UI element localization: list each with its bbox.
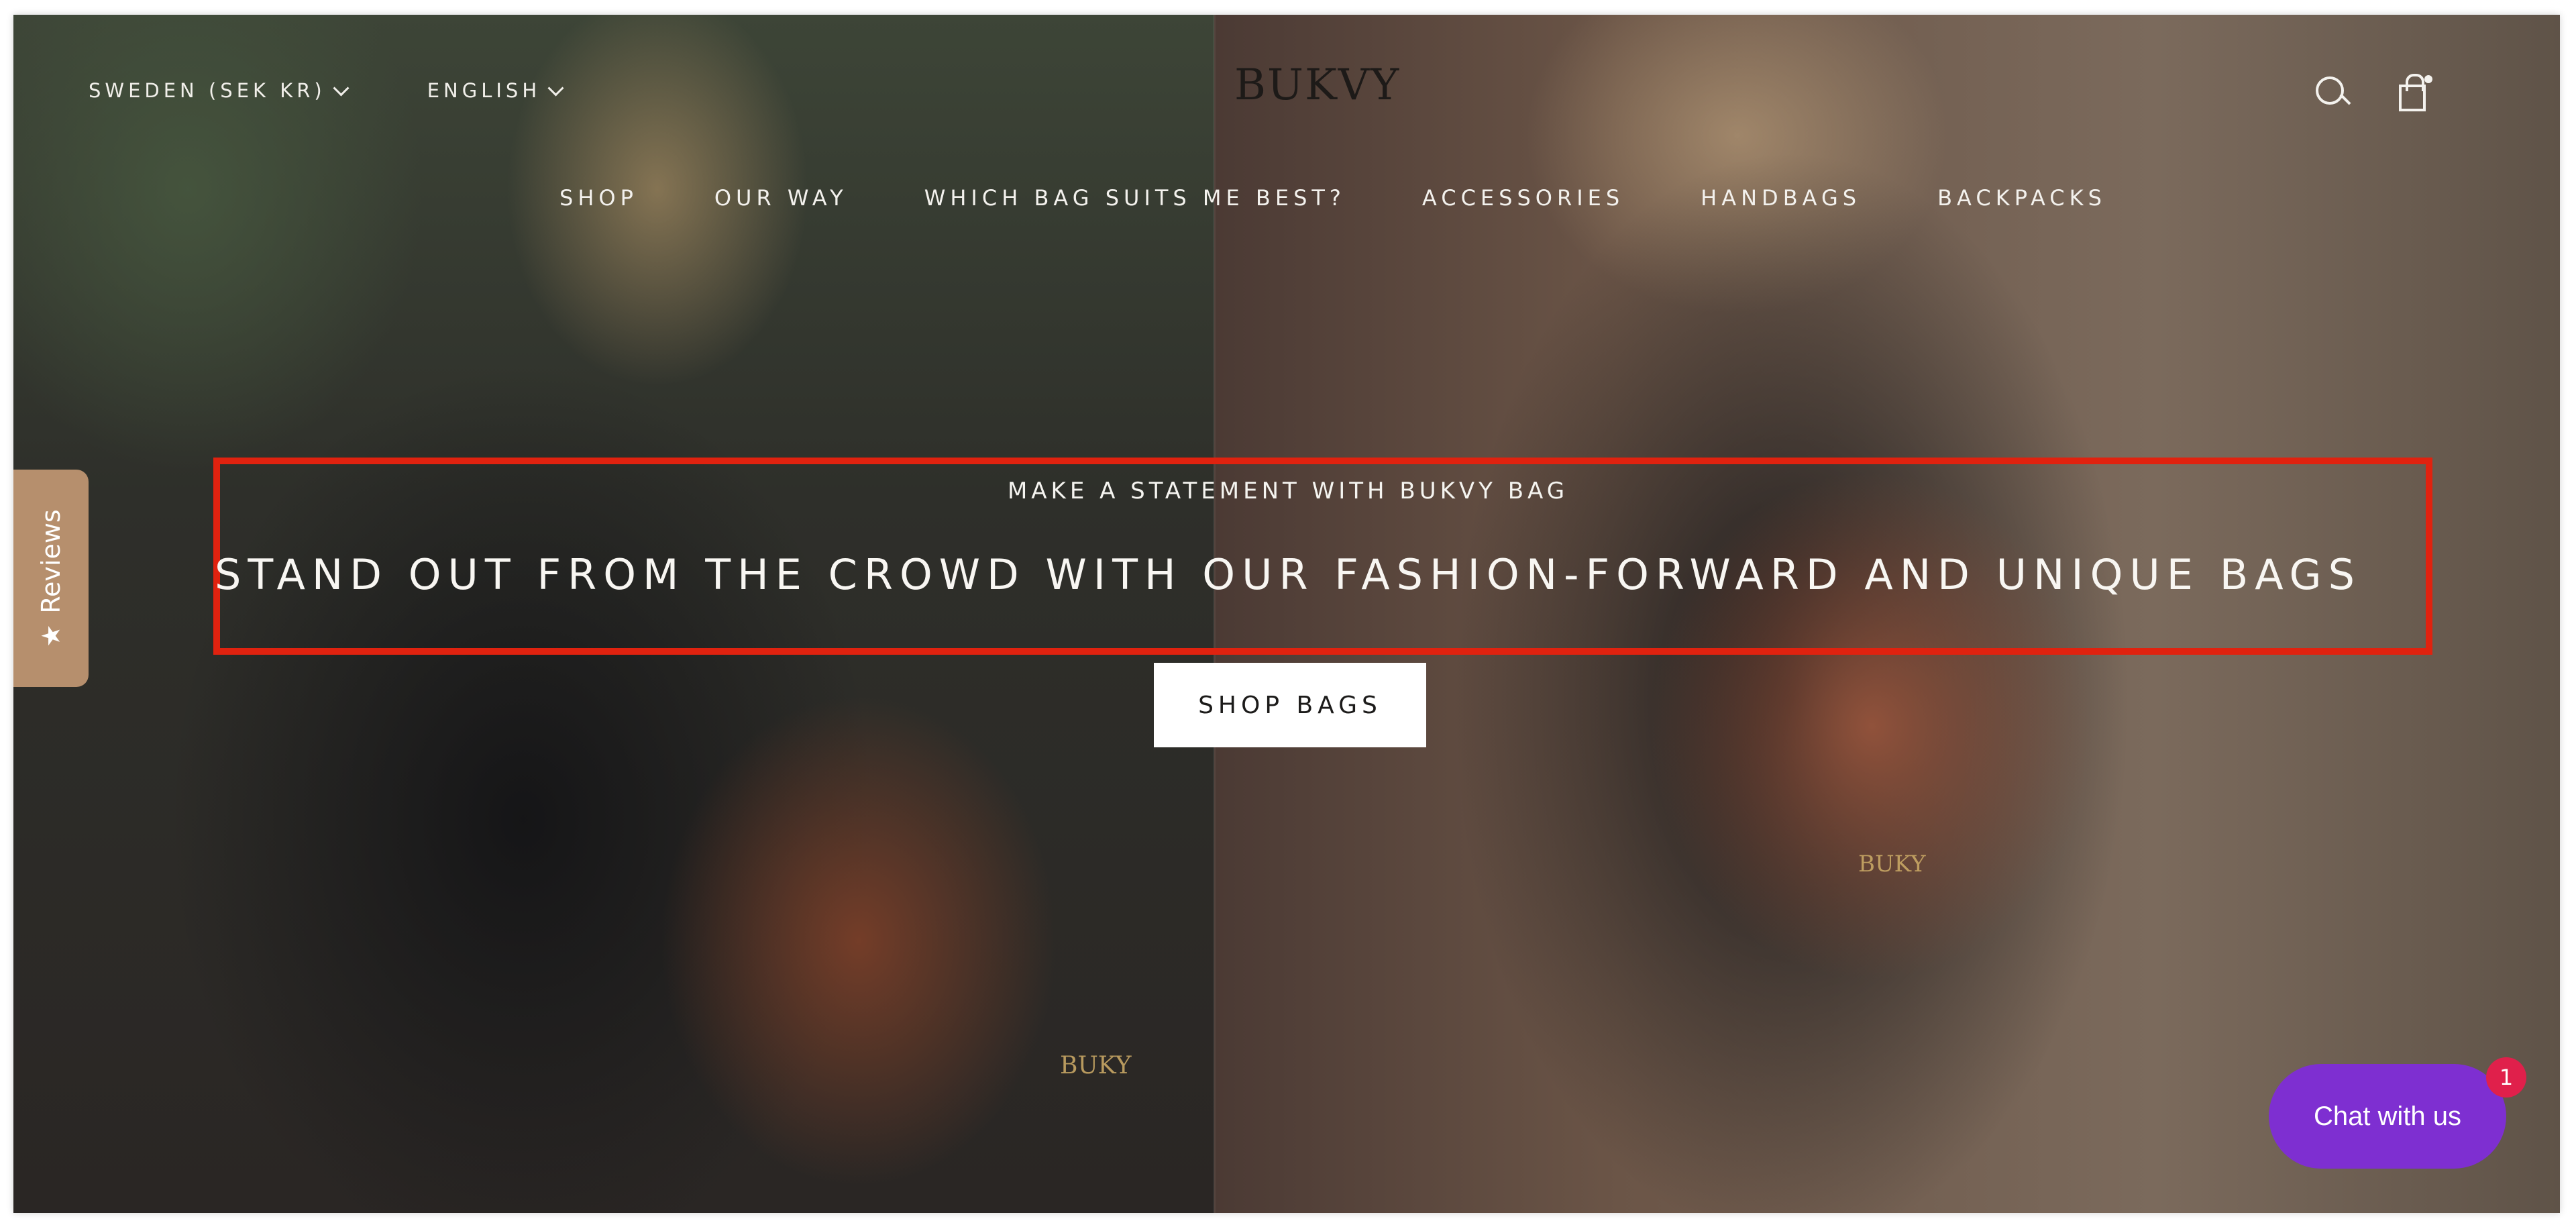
locale-bar: SWEDEN (SEK KR) ENGLISH [89,79,564,102]
hero-subheading: MAKE A STATEMENT WITH BUKVY BAG [1007,478,1569,504]
reviews-tab[interactable]: ★ Reviews [13,470,89,687]
search-icon-circle [2316,76,2344,105]
reviews-tab-content: ★ Reviews [36,509,66,647]
main-nav: SHOP OUR WAY WHICH BAG SUITS ME BEST? AC… [559,185,2106,211]
header-actions [2310,71,2435,114]
nav-item-which-bag[interactable]: WHICH BAG SUITS ME BEST? [924,185,1346,211]
product-brand-mark: BUKY [1858,851,1926,877]
nav-item-accessories[interactable]: ACCESSORIES [1422,185,1624,211]
chevron-down-icon [547,79,564,97]
nav-item-handbags[interactable]: HANDBAGS [1701,185,1861,211]
nav-item-our-way[interactable]: OUR WAY [714,185,848,211]
nav-item-backpacks[interactable]: BACKPACKS [1937,185,2106,211]
shop-bags-button[interactable]: SHOP BAGS [1154,663,1426,747]
reviews-label: Reviews [36,509,66,614]
country-selector[interactable]: SWEDEN (SEK KR) [89,79,350,102]
nav-item-shop[interactable]: SHOP [559,185,638,211]
cart-icon[interactable] [2392,71,2435,114]
product-brand-mark: BUKY [1060,1052,1132,1079]
country-selector-label: SWEDEN (SEK KR) [89,79,326,102]
hero-headline: STAND OUT FROM THE CROWD WITH OUR FASHIO… [215,550,2361,599]
chat-button-label: Chat with us [2313,1101,2462,1131]
cart-indicator-dot [2424,75,2432,83]
chat-notification-badge: 1 [2486,1057,2526,1098]
cart-icon-body [2399,85,2426,111]
language-selector-label: ENGLISH [427,79,541,102]
search-icon[interactable] [2310,71,2353,114]
chevron-down-icon [333,79,350,97]
site-logo[interactable]: BUKVY [1234,60,1400,110]
language-selector[interactable]: ENGLISH [427,79,564,102]
star-icon: ★ [36,624,66,647]
search-icon-handle [2339,93,2351,105]
chat-button[interactable]: Chat with us [2269,1064,2506,1169]
